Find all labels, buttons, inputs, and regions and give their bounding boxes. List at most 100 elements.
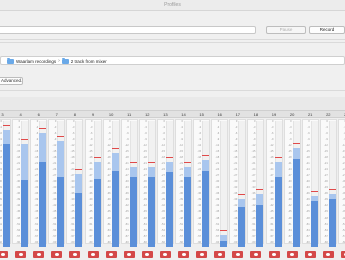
scale-tick-label: -3 <box>53 125 57 129</box>
scale-tick-label: -30 <box>251 180 256 184</box>
record-arm-button[interactable] <box>87 251 99 258</box>
record-arm-button[interactable] <box>105 251 117 258</box>
scale-tick-label: -48 <box>233 216 238 220</box>
scale-tick-label: -15 <box>233 149 238 153</box>
advanced-button[interactable]: Advanced... <box>0 77 23 85</box>
scale-tick-label: 0 <box>290 119 292 123</box>
record-arm-button[interactable] <box>196 251 208 258</box>
scale-tick-label: -39 <box>16 198 21 202</box>
scale-tick-label: -6 <box>216 131 220 135</box>
record-arm-button[interactable] <box>141 251 153 258</box>
scale-tick-label: 0 <box>199 119 202 123</box>
record-arm-button[interactable] <box>340 251 345 258</box>
scale-tick-label: -54 <box>161 228 165 232</box>
scale-tick-label: -15 <box>269 149 274 153</box>
scale-tick-label: -9 <box>72 137 75 141</box>
record-arm-button[interactable] <box>0 251 8 258</box>
scale-tick-label: -57 <box>197 234 202 238</box>
scale-tick-label: -27 <box>124 174 129 178</box>
scale-tick-label: -48 <box>197 216 202 220</box>
pause-button[interactable]: Pause <box>266 26 306 34</box>
scale-tick-label: -39 <box>215 198 220 202</box>
record-arm-button[interactable] <box>268 251 280 258</box>
scale-tick-label: -15 <box>0 149 2 153</box>
scale-tick-label: -60 <box>16 240 21 244</box>
record-arm-button[interactable] <box>322 251 334 258</box>
scale-tick-label: -39 <box>52 198 57 202</box>
record-arm-button[interactable] <box>15 251 27 258</box>
scale-tick-label: -3 <box>0 125 2 129</box>
scale-tick-label: -12 <box>106 143 111 147</box>
divider <box>0 39 345 40</box>
name-field[interactable] <box>0 26 256 34</box>
scale-tick-label: -36 <box>16 192 21 196</box>
scale-tick-label: -36 <box>215 192 220 196</box>
record-arm-button[interactable] <box>33 251 45 258</box>
scale-tick-label: -60 <box>179 240 183 244</box>
meter-level-fill <box>75 192 83 247</box>
scale-tick-label: -15 <box>143 149 147 153</box>
record-arm-button[interactable] <box>214 251 226 258</box>
peak-indicator <box>21 139 29 141</box>
scale-tick-label: -57 <box>179 234 183 238</box>
channel-number: 13 <box>163 112 168 117</box>
scale-tick-label: -21 <box>324 162 328 166</box>
scale-tick-label: -6 <box>271 131 274 135</box>
record-arm-button[interactable] <box>123 251 135 258</box>
record-arm-button[interactable] <box>304 251 316 258</box>
scale-tick-label: -36 <box>179 192 183 196</box>
scale-tick-label: -39 <box>287 198 292 202</box>
record-button[interactable]: Record <box>309 26 345 34</box>
scale-tick-label: -51 <box>251 222 256 226</box>
record-arm-button[interactable] <box>250 251 262 258</box>
scale-tick-label: -45 <box>251 210 256 214</box>
meter-scale: 0 -3 -6 -9 -12 -15 -18 -21 -24 -27 -30 -33 -36 -39 -42… <box>67 119 75 244</box>
scale-tick-label: -18 <box>106 156 111 159</box>
scale-tick-label: -12 <box>305 143 310 147</box>
scale-tick-label: -39 <box>197 198 202 202</box>
record-arm-button[interactable] <box>159 251 171 258</box>
channel-number: 10 <box>108 112 114 117</box>
scale-tick-label: -51 <box>106 222 111 226</box>
scale-tick-label: -9 <box>307 137 310 141</box>
scale-tick-label: -24 <box>251 168 256 172</box>
scale-tick-label: -57 <box>143 234 147 238</box>
record-arm-button[interactable] <box>51 251 63 258</box>
scale-tick-label: -48 <box>324 216 328 220</box>
scale-tick-label: -54 <box>215 228 220 232</box>
record-arm-button[interactable] <box>286 251 298 258</box>
record-arm-button[interactable] <box>232 251 244 258</box>
peak-indicator <box>147 162 155 164</box>
record-arm-button[interactable] <box>69 251 81 258</box>
scale-tick-label: -42 <box>70 204 75 208</box>
scale-tick-label: -21 <box>88 162 93 166</box>
scale-tick-label: -24 <box>324 168 328 172</box>
scale-tick-label: -36 <box>287 192 292 196</box>
scale-tick-label: -42 <box>287 204 292 208</box>
scale-tick-label: -42 <box>197 204 202 208</box>
scale-tick-label: -27 <box>0 174 2 178</box>
peak-indicator <box>274 157 282 159</box>
scale-tick-label: -6 <box>53 131 57 135</box>
meter-level-fill <box>292 158 300 247</box>
scale-tick-label: -45 <box>34 210 39 214</box>
scale-tick-label: -39 <box>251 198 256 202</box>
scale-tick-label: -42 <box>124 204 129 208</box>
meter-scale: 0 -3 -6 -9 -12 -15 -18 -21 -24 -27 -30 -33 -36 -39 -42… <box>49 119 57 244</box>
meter-scale: 0 -3 -6 -9 -12 -15 -18 -21 -24 -27 -30 -33 -36 -39 -42… <box>194 119 201 244</box>
path-item[interactable]: Waarlam recordings › 2 track from mixer <box>7 57 107 64</box>
scale-tick-label: -6 <box>162 131 165 135</box>
record-arm-button[interactable] <box>178 251 189 258</box>
scale-tick-label: -54 <box>88 228 93 232</box>
scale-tick-label: 0 <box>72 119 75 123</box>
scale-tick-label: -42 <box>305 204 310 208</box>
scale-tick-label: -54 <box>305 228 310 232</box>
scale-tick-label: -39 <box>269 198 274 202</box>
scale-tick-label: -15 <box>161 149 165 153</box>
scale-tick-label: -15 <box>324 149 328 153</box>
scale-tick-label: -21 <box>179 162 183 166</box>
path-control[interactable]: Waarlam recordings › 2 track from mixer <box>0 56 345 65</box>
scale-tick-label: -9 <box>180 137 183 141</box>
meter-level-fill <box>328 198 336 247</box>
scale-tick-label: -45 <box>143 210 147 214</box>
